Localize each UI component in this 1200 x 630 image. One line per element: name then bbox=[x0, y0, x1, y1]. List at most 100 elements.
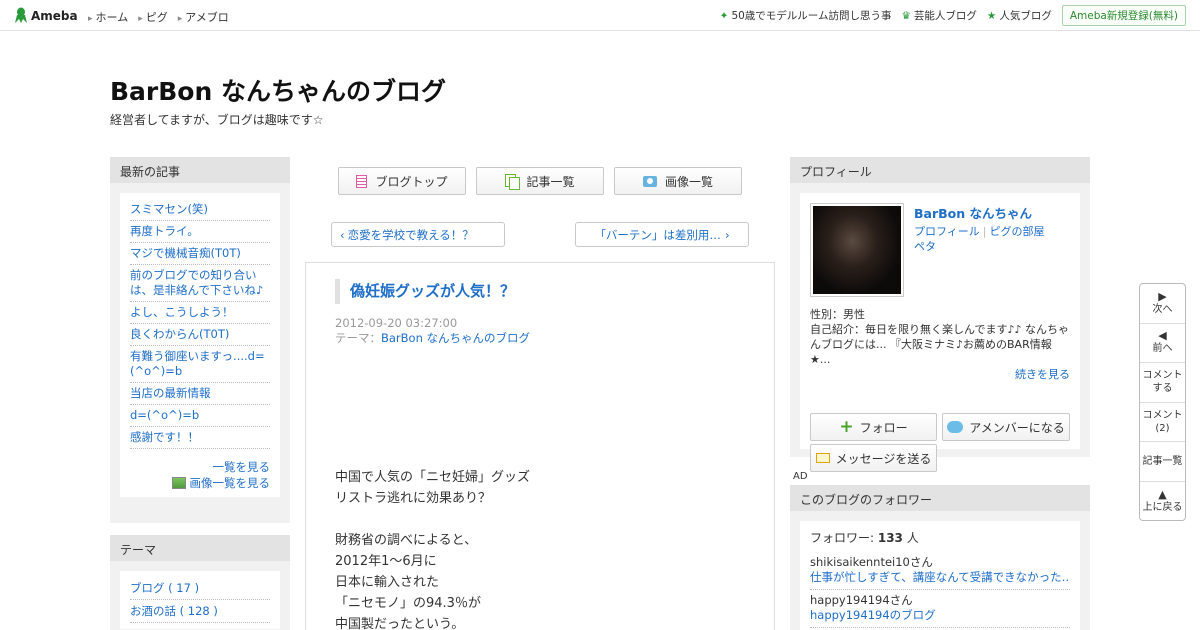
back-to-top-button[interactable]: ▲ 上に戻る bbox=[1140, 482, 1185, 522]
blog-title[interactable]: BarBon なんちゃんのブログ bbox=[110, 72, 446, 108]
list-item: 感謝です！！ bbox=[130, 427, 270, 449]
avatar[interactable] bbox=[810, 203, 904, 297]
article-link[interactable]: よし、こうしよう！ bbox=[130, 305, 234, 319]
nav-home[interactable]: ホーム bbox=[88, 9, 129, 25]
blog-top-button[interactable]: ブログトップ bbox=[338, 167, 466, 195]
global-header: Ameba ホーム ピグ アメブロ ✦50歳でモデルルーム訪問し思う事 ♛芸能人… bbox=[0, 0, 1200, 31]
register-button[interactable]: Ameba新規登録(無料) bbox=[1061, 5, 1186, 26]
mail-icon bbox=[815, 453, 830, 463]
next-article-label: 「バーテン」は差別用… bbox=[594, 227, 721, 242]
ameba-logo-icon bbox=[15, 7, 27, 23]
list-item: スミマセン(笑) bbox=[130, 199, 270, 221]
article-link[interactable]: マジで機械音痴(T0T) bbox=[130, 246, 241, 260]
prev-article-label: 恋愛を学校で教える！？ bbox=[347, 227, 474, 242]
body-line: 日本に輸入された bbox=[335, 575, 440, 590]
follower-row: shikisaikenntei10さん 仕事が忙しすぎて、講座なんて受講できなか… bbox=[810, 552, 1070, 590]
theme-link[interactable]: ブログ ( 17 ) bbox=[130, 581, 199, 595]
message-label: メッセージを送る bbox=[835, 451, 932, 466]
pigg-room-link[interactable]: ピグの部屋 bbox=[990, 225, 1045, 238]
profile-box: プロフィール BarBon なんちゃん プロフィール | ピグの部屋 ペタ 性別：男… bbox=[790, 157, 1090, 472]
article-list-button[interactable]: 記事一覧 bbox=[476, 167, 604, 195]
article-link[interactable]: d=(^o^)=b bbox=[130, 408, 199, 422]
followers-heading: このブログのフォロワー bbox=[790, 485, 1090, 511]
list-item: ブログ ( 17 ) bbox=[130, 577, 270, 600]
divider: | bbox=[982, 225, 987, 238]
prev-button[interactable]: ◀ 前へ bbox=[1140, 324, 1185, 364]
page-icon bbox=[356, 174, 368, 188]
article-link[interactable]: 良くわからん(T0T) bbox=[130, 327, 229, 341]
image-list-label: 画像一覧 bbox=[664, 174, 713, 189]
latest-more-links: 一覧を見る 画像一覧を見る bbox=[130, 459, 270, 491]
article-list-float-button[interactable]: 記事一覧 bbox=[1140, 442, 1185, 482]
profile-gender: 性別：男性 bbox=[810, 308, 865, 321]
body-line: 財務省の調べによると、 bbox=[335, 533, 478, 548]
entry-date: 2012-09-20 03:27:00 bbox=[335, 316, 458, 330]
logo-text: Ameba bbox=[31, 8, 78, 23]
triangle-up-icon: ▲ bbox=[1158, 488, 1167, 502]
body-line bbox=[335, 509, 530, 530]
nav-pigg[interactable]: ピグ bbox=[138, 9, 168, 25]
entry-title[interactable]: 偽妊娠グッズが人気！？ bbox=[335, 279, 515, 304]
follower-blog-link[interactable]: happy194194のブログ bbox=[810, 608, 1070, 623]
crown-icon: ♛ bbox=[901, 10, 911, 22]
message-button[interactable]: メッセージを送る bbox=[810, 444, 937, 472]
article-link[interactable]: スミマセン(笑) bbox=[130, 202, 208, 216]
nav-ameblo[interactable]: アメブロ bbox=[178, 9, 228, 25]
article: 偽妊娠グッズが人気！？ 2012-09-20 03:27:00 テーマ：BarB… bbox=[305, 262, 775, 630]
trend-link[interactable]: ✦ 50歳でモデルルーム訪問し思う事 bbox=[720, 8, 892, 23]
profile-name[interactable]: BarBon なんちゃん bbox=[914, 203, 1032, 222]
latest-articles-list: スミマセン(笑) 再度トライ。 マジで機械音痴(T0T) 前のブログでの知り合い… bbox=[130, 199, 270, 449]
header-right: ✦ 50歳でモデルルーム訪問し思う事 ♛ 芸能人ブログ ★ 人気ブログ Ameba新規… bbox=[720, 5, 1186, 26]
blog-description: 経営者してますが、ブログは趣味です☆ bbox=[110, 113, 324, 127]
entry-theme-link[interactable]: BarBon なんちゃんのブログ bbox=[381, 331, 530, 345]
follow-button[interactable]: + フォロー bbox=[810, 413, 937, 441]
list-item: 有難う御座いますっ....d=(^o^)=b bbox=[130, 346, 270, 383]
list-item: 前のブログでの知り合いは、是非絡んで下さいね♪ bbox=[130, 265, 270, 302]
article-link[interactable]: 有難う御座いますっ....d=(^o^)=b bbox=[130, 349, 265, 378]
image-list-button[interactable]: 画像一覧 bbox=[614, 167, 742, 195]
chevron-left-icon: ‹ bbox=[340, 227, 345, 242]
amember-button[interactable]: アメンバーになる bbox=[942, 413, 1070, 441]
list-item: お酒の話 ( 128 ) bbox=[130, 600, 270, 623]
see-images-link[interactable]: 画像一覧を見る bbox=[190, 476, 271, 490]
image-list-icon bbox=[171, 477, 186, 489]
camera-icon bbox=[642, 175, 657, 187]
article-link[interactable]: 当店の最新情報 bbox=[130, 386, 211, 400]
article-link[interactable]: 前のブログでの知り合いは、是非絡んで下さいね♪ bbox=[130, 268, 263, 297]
follower-row: happy194194さん happy194194のブログ bbox=[810, 590, 1070, 628]
blog-top-label: ブログトップ bbox=[375, 174, 448, 189]
chevron-right-icon: › bbox=[724, 227, 730, 242]
see-list-link[interactable]: 一覧を見る bbox=[213, 460, 271, 474]
article-link[interactable]: 再度トライ。 bbox=[130, 224, 199, 238]
peta-link[interactable]: ペタ bbox=[914, 240, 936, 253]
entry-meta: 2012-09-20 03:27:00 テーマ：BarBon なんちゃんのブログ bbox=[335, 316, 530, 346]
profile-inner: BarBon なんちゃん プロフィール | ピグの部屋 ペタ 性別：男性 自己紹介：… bbox=[800, 193, 1080, 472]
theme-heading: テーマ bbox=[110, 535, 290, 561]
follower-user: shikisaikenntei10さん bbox=[810, 555, 933, 569]
list-item: 当店の最新情報 bbox=[130, 383, 270, 405]
body-line: 中国で人気の「ニセ妊婦」グッズ bbox=[335, 470, 531, 485]
profile-heading: プロフィール bbox=[790, 157, 1090, 183]
body-line: リストラ逃れに効果あり？ bbox=[335, 491, 492, 506]
follower-blog-link[interactable]: 仕事が忙しすぎて、講座なんて受講できなかった… bbox=[810, 570, 1070, 585]
next-button[interactable]: ▶ 次へ bbox=[1140, 284, 1185, 324]
ameba-logo[interactable]: Ameba bbox=[14, 6, 78, 25]
follow-label: フォロー bbox=[859, 420, 908, 435]
followers-inner: フォロワー: 133 人 shikisaikenntei10さん 仕事が忙しすぎ… bbox=[800, 521, 1080, 630]
popular-blog-link[interactable]: ★ 人気ブログ bbox=[987, 8, 1052, 23]
comment-button[interactable]: コメント する bbox=[1140, 363, 1185, 403]
prev-article-link[interactable]: ‹ 恋愛を学校で教える！？ bbox=[331, 222, 505, 247]
profile-link[interactable]: プロフィール bbox=[914, 225, 980, 238]
article-link[interactable]: 感謝です！！ bbox=[130, 430, 199, 444]
latest-articles-box: 最新の記事 スミマセン(笑) 再度トライ。 マジで機械音痴(T0T) 前のブログ… bbox=[110, 157, 290, 523]
celebrity-blog-link[interactable]: ♛ 芸能人ブログ bbox=[901, 8, 976, 23]
theme-link[interactable]: お酒の話 ( 128 ) bbox=[130, 604, 218, 618]
next-article-link[interactable]: 「バーテン」は差別用… › bbox=[575, 222, 749, 247]
read-more-link[interactable]: 続きを見る bbox=[810, 367, 1070, 382]
profile-info: 性別：男性 自己紹介：毎日を限り無く楽しんでます♪♪ なんちゃんブログには...… bbox=[810, 307, 1070, 382]
sparkle-icon: ✦ bbox=[719, 10, 729, 22]
list-item: 再度トライ。 bbox=[130, 221, 270, 243]
body-line: 2012年1～6月に bbox=[335, 554, 437, 569]
comments-count-button[interactable]: コメント (2) bbox=[1140, 403, 1185, 443]
header-nav: ホーム ピグ アメブロ bbox=[88, 9, 229, 25]
